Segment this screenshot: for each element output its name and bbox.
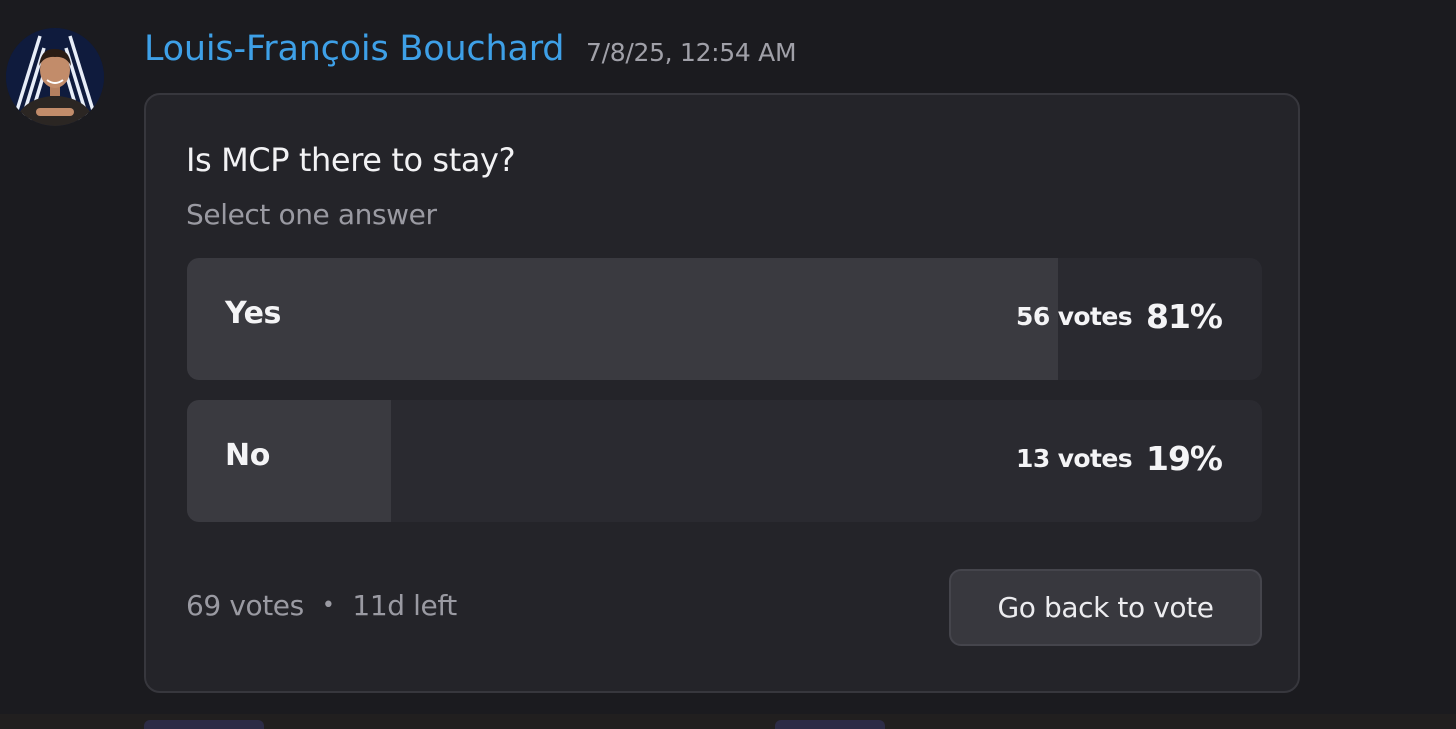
next-message-chip xyxy=(144,720,264,729)
user-avatar[interactable] xyxy=(6,28,104,126)
poll-card: Is MCP there to stay? Select one answer … xyxy=(144,93,1300,693)
answer-label: No xyxy=(225,438,270,473)
answer-vote-count: 13 votes xyxy=(1016,444,1133,473)
message-timestamp: 7/8/25, 12:54 AM xyxy=(586,38,797,67)
poll-instruction: Select one answer xyxy=(186,198,437,231)
answer-result-bar xyxy=(187,258,1058,380)
poll-answer-yes[interactable]: Yes 56 votes 81% xyxy=(187,258,1262,380)
poll-footer: 69 votes • 11d left xyxy=(186,589,457,622)
go-back-to-vote-button[interactable]: Go back to vote xyxy=(949,569,1262,646)
next-message-chip xyxy=(775,720,885,729)
poll-answer-no[interactable]: No 13 votes 19% xyxy=(187,400,1262,522)
total-votes: 69 votes xyxy=(186,589,304,622)
answer-result-bar xyxy=(187,400,392,522)
answer-vote-count: 56 votes xyxy=(1016,302,1133,331)
separator-dot: • xyxy=(321,593,335,618)
answer-percentage: 19% xyxy=(1146,439,1223,478)
time-left: 11d left xyxy=(352,589,457,622)
user-avatar-icon xyxy=(6,28,104,126)
answer-label: Yes xyxy=(225,296,281,331)
author-name[interactable]: Louis-François Bouchard xyxy=(144,29,564,69)
next-message-strip xyxy=(0,714,1456,729)
chat-message: Louis-François Bouchard 7/8/25, 12:54 AM… xyxy=(0,0,1456,714)
answer-percentage: 81% xyxy=(1146,297,1223,336)
poll-question: Is MCP there to stay? xyxy=(186,141,516,179)
